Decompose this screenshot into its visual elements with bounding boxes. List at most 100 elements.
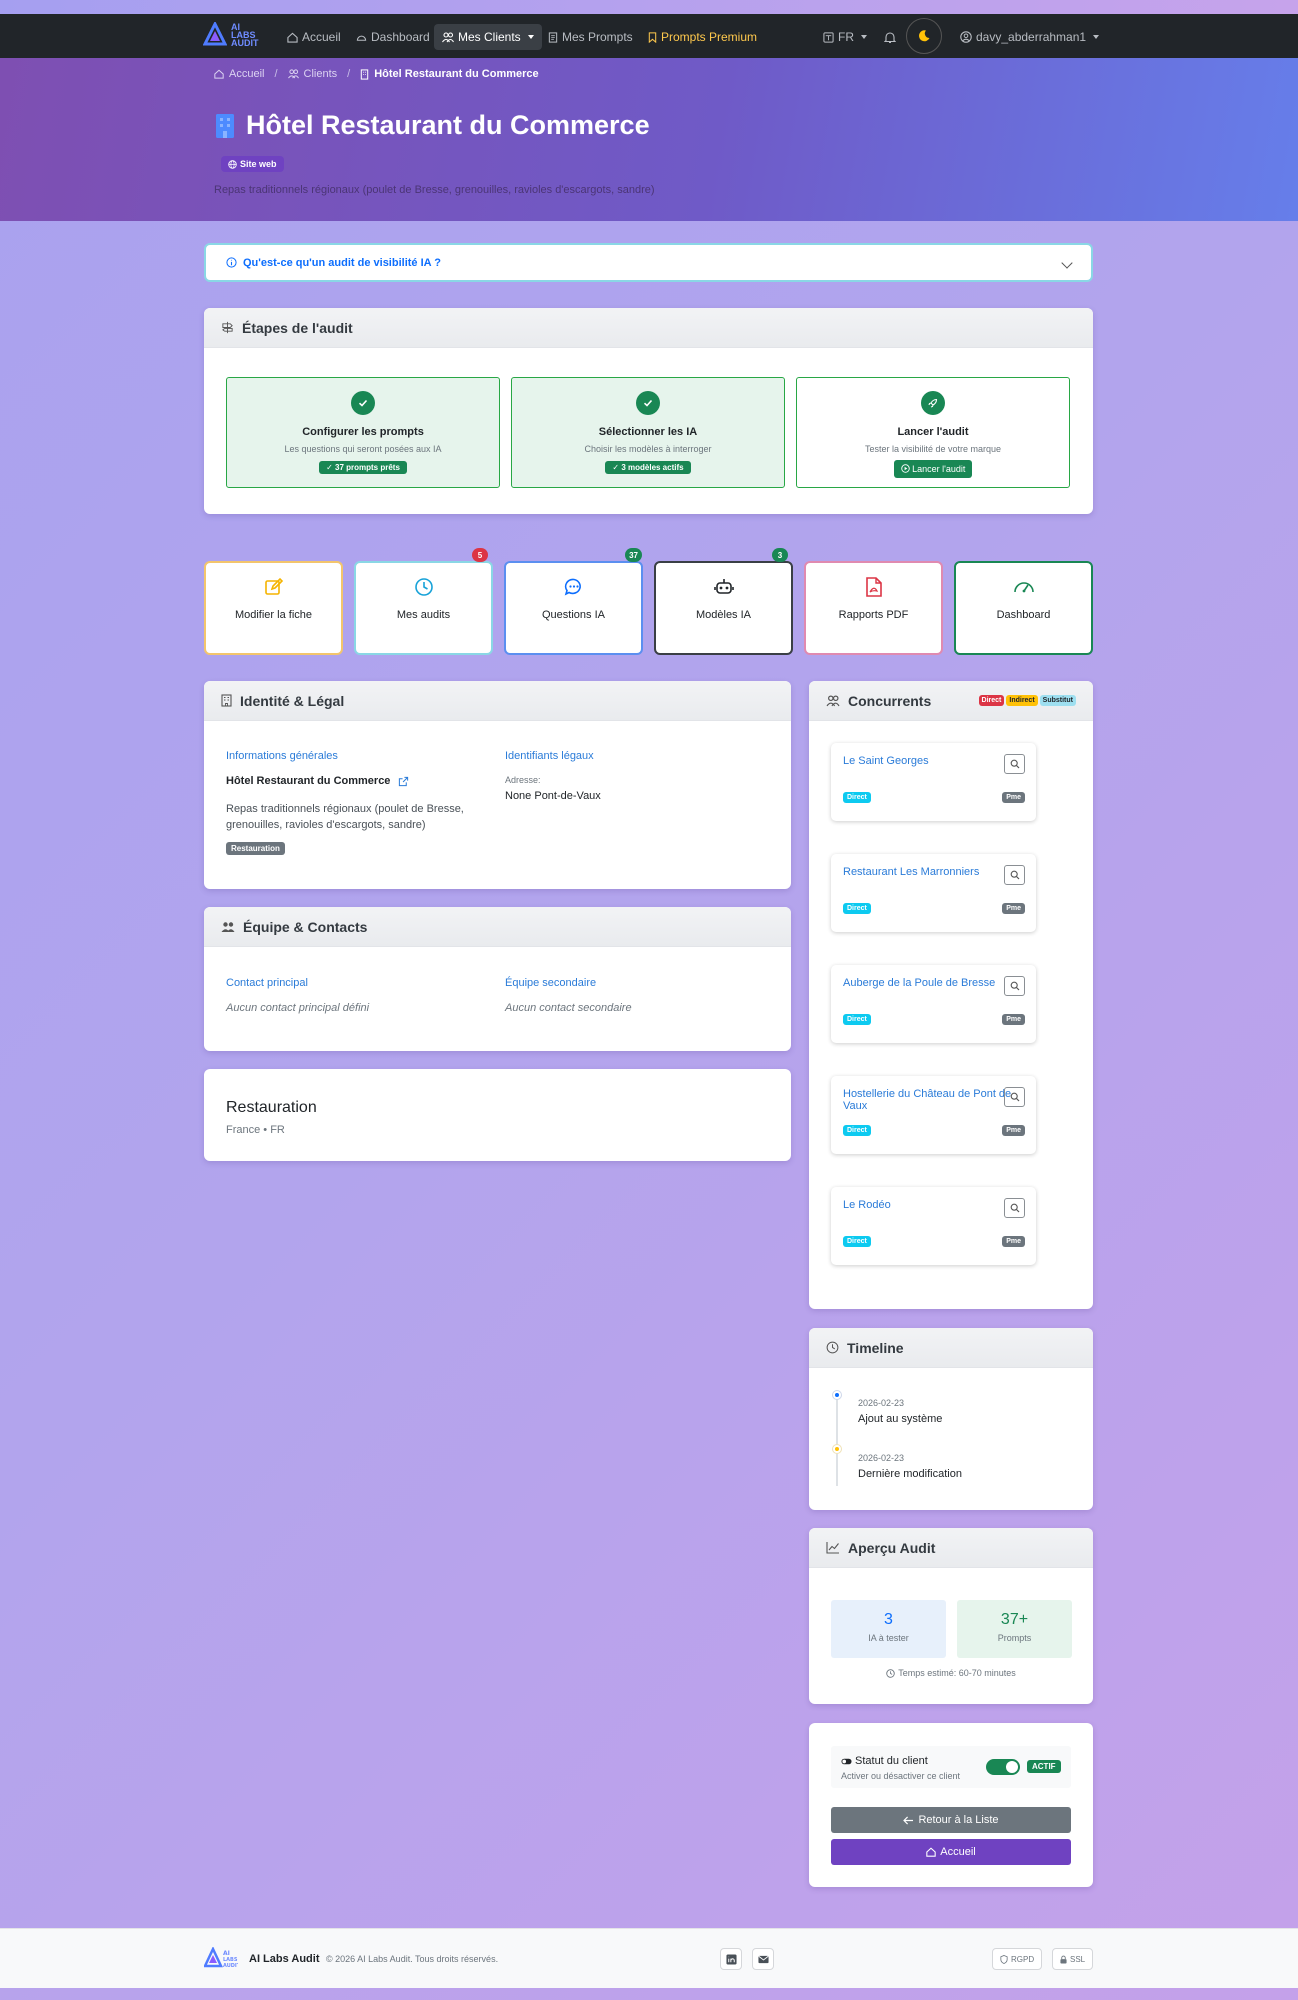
status-toggle-switch[interactable] bbox=[986, 1759, 1020, 1775]
website-badge[interactable]: Site web bbox=[221, 156, 284, 172]
competitor-item[interactable]: Auberge de la Poule de Bresse Direct Pme bbox=[831, 965, 1036, 1043]
nav-item-mes-clients[interactable]: Mes Clients bbox=[434, 24, 542, 50]
people-icon bbox=[287, 69, 299, 79]
building-icon bbox=[216, 113, 234, 138]
home-button-label: Accueil bbox=[940, 1846, 976, 1858]
globe-icon bbox=[228, 159, 237, 169]
breadcrumb-clients[interactable]: Clients bbox=[304, 68, 338, 80]
tile-label: Modifier la fiche bbox=[234, 609, 313, 621]
search-icon bbox=[1010, 1203, 1019, 1213]
timeline-line bbox=[836, 1394, 838, 1486]
tile-ai-questions[interactable]: 37 Questions IA bbox=[504, 548, 643, 655]
footer: AILABSAUDIT AI Labs Audit © 2026 AI Labs… bbox=[0, 1928, 1298, 1988]
check-circle-icon bbox=[351, 391, 375, 415]
audit-info-label: Qu'est-ce qu'un audit de visibilité IA ? bbox=[243, 256, 441, 269]
svg-text:AI: AI bbox=[223, 1950, 230, 1957]
competitor-name[interactable]: Le Rodéo bbox=[843, 1199, 891, 1211]
competitor-search-button[interactable] bbox=[1004, 754, 1025, 774]
user-menu[interactable]: davy_abderrahman1 bbox=[952, 24, 1107, 50]
tile-edit-record[interactable]: Modifier la fiche bbox=[204, 561, 343, 655]
language-selector[interactable]: FR bbox=[815, 24, 875, 50]
nav-item-dashboard[interactable]: Dashboard bbox=[348, 24, 438, 50]
step-title: Configurer les prompts bbox=[302, 426, 424, 438]
step-select-ai[interactable]: Sélectionner les IA Choisir les modèles … bbox=[511, 377, 785, 488]
language-label: FR bbox=[838, 30, 854, 44]
step-subtitle: Tester la visibilité de votre marque bbox=[864, 444, 1002, 454]
home-icon bbox=[214, 69, 224, 79]
breadcrumb: Accueil / Clients / Hôtel Restaurant du … bbox=[214, 68, 539, 80]
theme-toggle-button[interactable] bbox=[906, 18, 942, 54]
rocket-icon bbox=[921, 391, 945, 415]
competitor-name[interactable]: Auberge de la Poule de Bresse bbox=[843, 977, 995, 989]
email-button[interactable] bbox=[752, 1948, 774, 1970]
footer-brand: AI Labs Audit bbox=[249, 1953, 320, 1965]
people-fill-icon bbox=[221, 921, 235, 932]
tile-label: Rapports PDF bbox=[838, 609, 909, 621]
back-to-list-button[interactable]: Retour à la Liste bbox=[831, 1807, 1071, 1833]
competitor-type-legend: Direct Indirect Substitut bbox=[978, 695, 1076, 706]
breadcrumb-home[interactable]: Accueil bbox=[229, 68, 264, 80]
stat-label: IA à tester bbox=[868, 1633, 909, 1643]
moon-icon bbox=[918, 30, 930, 42]
stat-ia-count: 3 IA à tester bbox=[831, 1600, 946, 1658]
building-icon bbox=[361, 68, 369, 80]
search-icon bbox=[1010, 1092, 1019, 1102]
competitor-item[interactable]: Le Rodéo Direct Pme bbox=[831, 1187, 1036, 1265]
competitor-search-button[interactable] bbox=[1004, 976, 1025, 996]
home-button[interactable]: Accueil bbox=[831, 1839, 1071, 1865]
check-circle-icon bbox=[636, 391, 660, 415]
competitor-name[interactable]: Le Saint Georges bbox=[843, 755, 929, 767]
competitor-search-button[interactable] bbox=[1004, 865, 1025, 885]
external-link-icon[interactable] bbox=[398, 776, 409, 787]
launch-audit-label: Lancer l'audit bbox=[912, 464, 966, 474]
logo-triangle-icon bbox=[203, 22, 227, 46]
breadcrumb-separator: / bbox=[274, 68, 278, 80]
card-title: Équipe & Contacts bbox=[243, 918, 368, 935]
tile-pdf-reports[interactable]: Rapports PDF bbox=[804, 561, 943, 655]
brand-logo[interactable]: AI LABS AUDIT bbox=[203, 22, 259, 48]
ssl-badge: SSL bbox=[1052, 1948, 1094, 1970]
nav-item-accueil[interactable]: Accueil bbox=[279, 24, 349, 50]
status-active-badge: ACTIF bbox=[1027, 1760, 1061, 1773]
linkedin-button[interactable] bbox=[720, 1948, 742, 1970]
launch-audit-button[interactable]: Lancer l'audit bbox=[893, 460, 973, 478]
audit-info-accordion[interactable]: Qu'est-ce qu'un audit de visibilité IA ? bbox=[204, 243, 1093, 282]
sector-card: Restauration France • FR bbox=[204, 1069, 791, 1161]
nav-item-mes-prompts[interactable]: Mes Prompts bbox=[540, 24, 641, 50]
tile-label: Dashboard bbox=[996, 609, 1051, 621]
competitor-search-button[interactable] bbox=[1004, 1087, 1025, 1107]
nav-item-prompts-premium[interactable]: Prompts Premium bbox=[640, 24, 765, 50]
step-subtitle: Choisir les modèles à interroger bbox=[584, 444, 712, 454]
competitor-item[interactable]: Restaurant Les Marronniers Direct Pme bbox=[831, 854, 1036, 932]
page-title-text: Hôtel Restaurant du Commerce bbox=[246, 110, 650, 140]
ssl-label: SSL bbox=[1070, 1954, 1086, 1964]
bookmark-icon bbox=[648, 31, 657, 43]
address-value: None Pont-de-Vaux bbox=[505, 790, 601, 802]
step-configure-prompts[interactable]: Configurer les prompts Les questions qui… bbox=[226, 377, 500, 488]
notifications-button[interactable] bbox=[876, 24, 904, 50]
footer-logo-icon: AILABSAUDIT bbox=[204, 1947, 238, 1969]
tile-my-audits[interactable]: 5 Mes audits bbox=[354, 548, 493, 655]
card-header: Concurrents Direct Indirect Substitut bbox=[809, 681, 1093, 721]
competitor-item[interactable]: Hostellerie du Château de Pont de Vaux D… bbox=[831, 1076, 1036, 1154]
competitor-type-badge: Direct bbox=[843, 1236, 871, 1247]
estimated-time-text: Temps estimé: 60-70 minutes bbox=[898, 1668, 1016, 1678]
competitor-item[interactable]: Le Saint Georges Direct Pme bbox=[831, 743, 1036, 821]
secondary-team-value: Aucun contact secondaire bbox=[505, 1002, 632, 1014]
tile-dashboard[interactable]: Dashboard bbox=[954, 561, 1093, 655]
competitor-name[interactable]: Restaurant Les Marronniers bbox=[843, 866, 979, 878]
competitor-search-button[interactable] bbox=[1004, 1198, 1025, 1218]
competitor-type-badge: Direct bbox=[843, 792, 871, 803]
tile-ai-models[interactable]: 3 Modèles IA bbox=[654, 548, 793, 655]
client-status-card: Statut du client Activer ou désactiver c… bbox=[809, 1723, 1093, 1887]
toggle-icon bbox=[841, 1758, 852, 1764]
home-icon bbox=[287, 32, 298, 43]
audit-overview-card: Aperçu Audit 3 IA à tester 37+ Prompts T… bbox=[809, 1528, 1093, 1704]
competitor-type-badge: Direct bbox=[843, 1014, 871, 1025]
chevron-down-icon bbox=[1093, 35, 1100, 39]
legend-substitute: Substitut bbox=[1039, 695, 1076, 706]
status-panel: Statut du client Activer ou désactiver c… bbox=[831, 1746, 1071, 1788]
speedometer-icon bbox=[356, 35, 367, 41]
stat-label: Prompts bbox=[997, 1633, 1032, 1643]
translate-icon bbox=[823, 31, 834, 43]
